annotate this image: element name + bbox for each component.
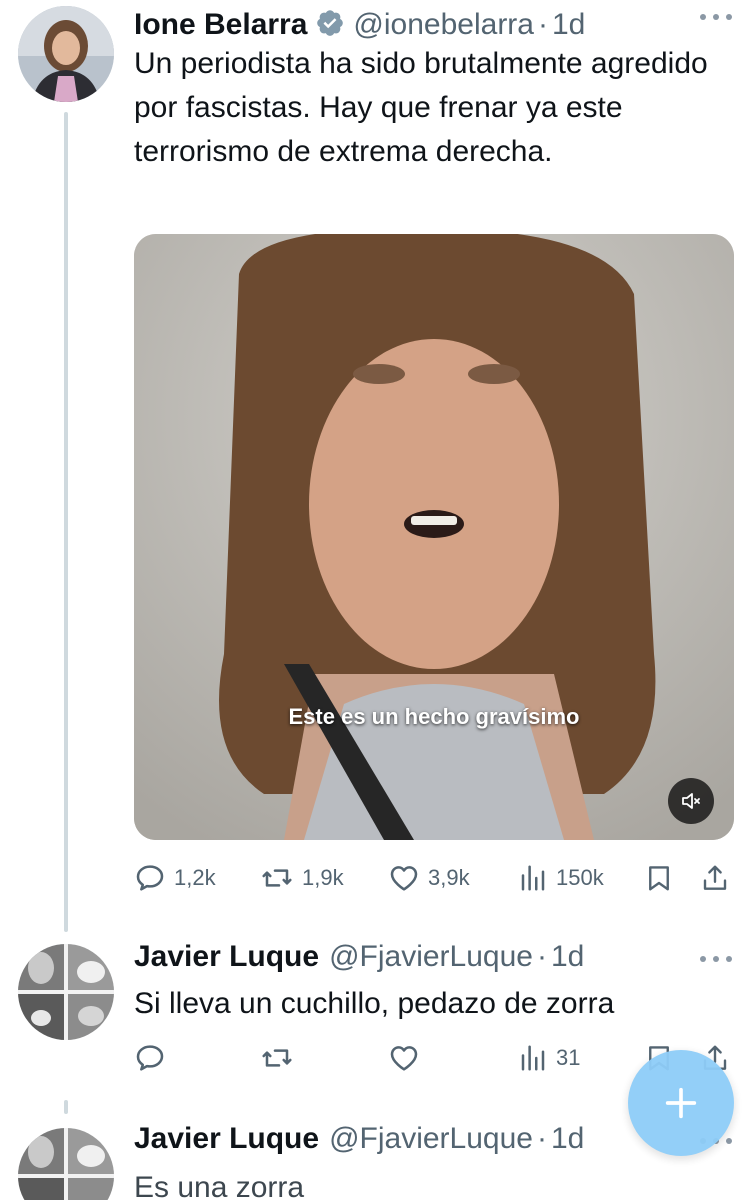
author-handle[interactable]: @ionebelarra xyxy=(353,8,534,42)
reply-count: 1,2k xyxy=(174,865,216,890)
share-button[interactable] xyxy=(700,862,730,894)
plus-icon xyxy=(665,1087,697,1119)
separator: · xyxy=(537,8,548,41)
avatar[interactable] xyxy=(18,6,114,102)
reply-button[interactable] xyxy=(134,1042,166,1074)
repost-count: 1,9k xyxy=(302,865,344,890)
more-options-icon[interactable] xyxy=(700,954,732,964)
mute-icon xyxy=(682,793,700,809)
tweet-ione-belarra[interactable]: Ione Belarra @ionebelarra · 1d Un period… xyxy=(0,0,752,932)
author-name[interactable]: Javier Luque xyxy=(134,940,319,974)
repost-button[interactable] xyxy=(260,1042,294,1074)
thread-line xyxy=(64,1100,68,1114)
views-button[interactable]: 150k xyxy=(518,862,604,894)
tweet-text: Si lleva un cuchillo, pedazo de zorra xyxy=(134,987,615,1020)
compose-button[interactable] xyxy=(628,1050,734,1156)
reply-button[interactable]: 1,2k xyxy=(134,862,216,894)
author-handle[interactable]: @FjavierLuque xyxy=(329,940,533,974)
mute-button[interactable] xyxy=(668,778,714,824)
author-handle[interactable]: @FjavierLuque xyxy=(329,1122,533,1156)
separator: · xyxy=(536,1122,547,1155)
tweet-header: Javier Luque @FjavierLuque · 1d xyxy=(134,1122,584,1156)
timestamp[interactable]: 1d xyxy=(551,1122,584,1156)
repost-button[interactable]: 1,9k xyxy=(260,862,344,894)
heart-icon xyxy=(390,866,418,891)
bookmark-icon xyxy=(649,866,669,891)
thread-line xyxy=(64,112,68,932)
like-count: 3,9k xyxy=(428,865,470,890)
tweet-header: Ione Belarra @ionebelarra · 1d xyxy=(134,4,585,42)
views-icon xyxy=(521,865,545,891)
video-frame xyxy=(134,234,734,840)
reply-icon xyxy=(136,1045,164,1071)
author-name[interactable]: Javier Luque xyxy=(134,1122,319,1156)
like-button[interactable] xyxy=(388,1042,420,1074)
timestamp[interactable]: 1d xyxy=(552,8,585,42)
reply-icon xyxy=(136,865,164,891)
heart-icon xyxy=(390,1046,418,1071)
verified-badge-icon xyxy=(317,10,344,36)
more-options-icon[interactable] xyxy=(700,12,732,22)
tweet-actions: 1,2k 1,9k 3,9k 150k xyxy=(134,862,734,902)
views-button[interactable]: 31 xyxy=(518,1042,580,1074)
share-icon xyxy=(703,865,727,890)
repost-icon xyxy=(262,1049,292,1067)
bookmark-button[interactable] xyxy=(644,862,674,894)
avatar[interactable] xyxy=(18,1128,114,1200)
tweet-text: Es una zorra xyxy=(134,1171,305,1200)
timestamp[interactable]: 1d xyxy=(551,940,584,974)
like-button[interactable]: 3,9k xyxy=(388,862,470,894)
separator: · xyxy=(536,940,547,973)
views-icon xyxy=(521,1045,545,1071)
view-count: 31 xyxy=(556,1045,581,1070)
video-caption: Este es un hecho gravísimo xyxy=(288,704,580,729)
video-player[interactable]: Este es un hecho gravísimo xyxy=(134,234,734,840)
author-name[interactable]: Ione Belarra xyxy=(134,8,307,42)
repost-icon xyxy=(262,869,292,887)
tweet-text: Un periodista ha sido brutalmente agredi… xyxy=(134,47,708,168)
tweet-header: Javier Luque @FjavierLuque · 1d xyxy=(134,940,584,974)
view-count: 150k xyxy=(556,865,604,890)
avatar[interactable] xyxy=(18,944,114,1040)
